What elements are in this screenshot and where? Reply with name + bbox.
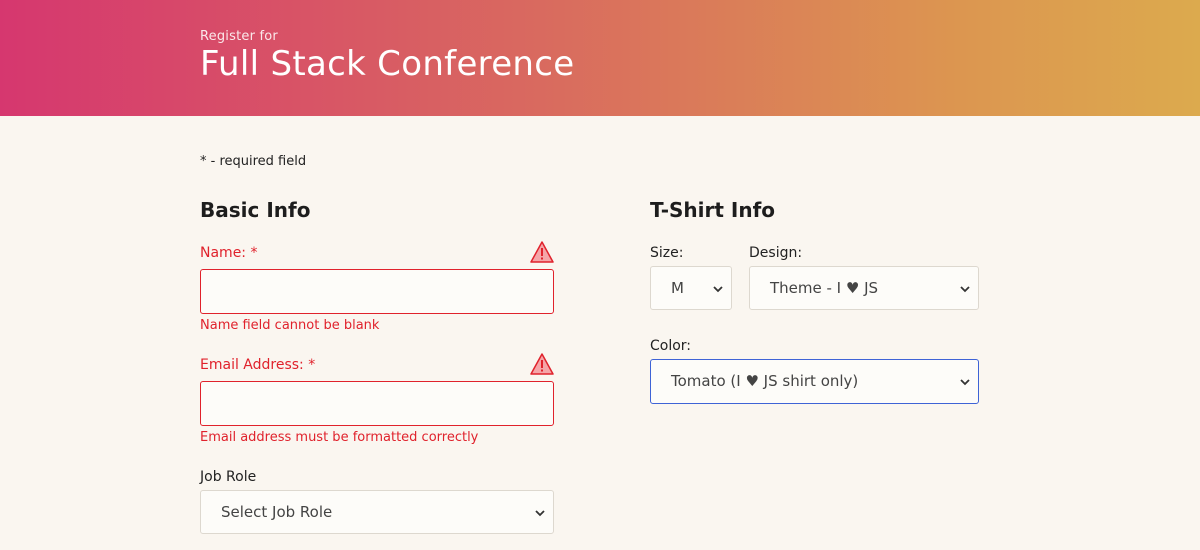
chevron-down-icon: [713, 286, 723, 293]
email-label-text: Email Address:: [200, 357, 304, 373]
basic-info-title: Basic Info: [200, 198, 311, 222]
size-select[interactable]: M: [650, 266, 732, 310]
required-mark: *: [308, 357, 316, 373]
email-input[interactable]: [200, 381, 554, 426]
email-error-message: Email address must be formatted correctl…: [200, 430, 479, 445]
required-field-note: * - required field: [200, 154, 307, 169]
size-selected: M: [671, 279, 684, 297]
name-error-message: Name field cannot be blank: [200, 318, 380, 333]
design-select[interactable]: Theme - I ♥ JS: [749, 266, 979, 310]
warning-icon: [530, 241, 554, 263]
size-label: Size:: [650, 245, 684, 261]
chevron-down-icon: [535, 510, 545, 517]
design-selected: Theme - I ♥ JS: [770, 279, 879, 297]
job-role-label: Job Role: [200, 469, 257, 485]
name-label: Name: *: [200, 245, 257, 261]
job-role-selected: Select Job Role: [221, 503, 333, 521]
page-header: Register for Full Stack Conference: [0, 0, 1200, 116]
color-label: Color:: [650, 338, 692, 354]
name-input[interactable]: [200, 269, 554, 314]
required-mark: *: [250, 245, 258, 261]
color-selected: Tomato (I ♥ JS shirt only): [671, 372, 859, 390]
chevron-down-icon: [960, 286, 970, 293]
page-title: Full Stack Conference: [200, 44, 575, 84]
header-pre-title: Register for: [200, 29, 278, 44]
chevron-down-icon: [960, 379, 970, 386]
color-select[interactable]: Tomato (I ♥ JS shirt only): [650, 359, 979, 404]
design-label: Design:: [749, 245, 803, 261]
name-label-text: Name:: [200, 245, 247, 261]
warning-icon: [530, 353, 554, 375]
job-role-select[interactable]: Select Job Role: [200, 490, 554, 534]
email-label: Email Address: *: [200, 357, 315, 373]
tshirt-info-title: T-Shirt Info: [650, 198, 776, 222]
